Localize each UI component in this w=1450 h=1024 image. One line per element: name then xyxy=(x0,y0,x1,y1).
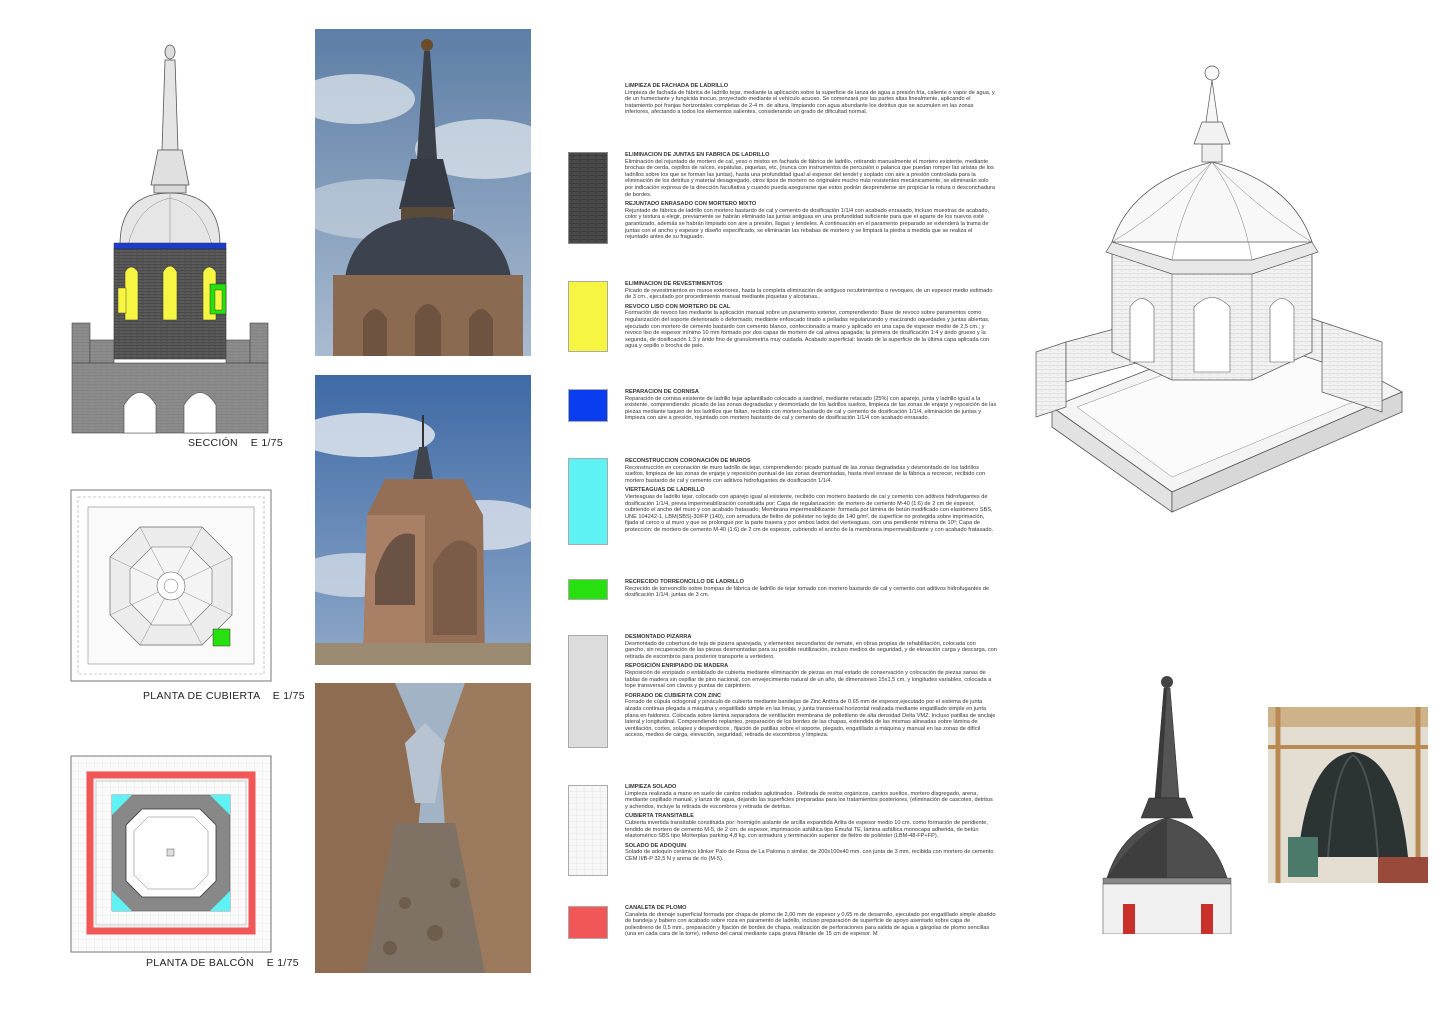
spec-group-canaleta: CANALETA DE PLOMO Canaleta de drenaje su… xyxy=(625,905,997,938)
spec-title: VIERTEAGUAS DE LADRILLO xyxy=(625,487,705,494)
swatch-cubierta xyxy=(568,635,608,748)
spec-title: CUBIERTA TRANSITABLE xyxy=(625,813,694,820)
swatch-revestimientos xyxy=(568,281,608,352)
spec-title: ELIMINACION DE JUNTAS EN FABRICA DE LADR… xyxy=(625,152,770,158)
spec-title: LIMPIEZA DE FACHADA DE LADRILLO xyxy=(625,83,729,89)
spec-title: DESMONTADO PIZARRA xyxy=(625,634,692,640)
balcony-plan-drawing xyxy=(70,755,272,953)
roof-plan-drawing xyxy=(70,489,272,682)
spec-text: Picado de revestimientos en muros exteri… xyxy=(625,287,993,301)
spec-text: Reposición de enripiado o entablado de c… xyxy=(625,669,992,690)
spec-group-revestimientos: ELIMINACION DE REVESTIMIENTOS Picado de … xyxy=(625,281,997,350)
spec-title: ELIMINACION DE REVESTIMIENTOS xyxy=(625,281,723,287)
spec-group-cornisa: REPARACION DE CORNISA Reparación de corn… xyxy=(625,389,997,422)
spec-title: RECONSTRUCCION CORONACIÓN DE MUROS xyxy=(625,458,751,464)
spec-text: Desmontado de cobertura de teja de pizar… xyxy=(625,640,997,660)
spec-text: Limpieza realizada a mano en suelo de ca… xyxy=(625,790,993,810)
swatch-coronacion xyxy=(568,458,608,545)
spec-title: SOLADO DE ADOQUIN xyxy=(625,842,687,849)
spec-text: Canaleta de drenaje superficial formada … xyxy=(625,911,996,938)
swatch-cornisa xyxy=(568,389,608,422)
swatch-solado xyxy=(568,785,608,876)
axonometric-drawing xyxy=(1035,65,1403,513)
spec-title: REJUNTADO ENRASADO CON MORTERO MIXTO xyxy=(625,201,757,208)
section-drawing xyxy=(71,44,269,434)
spec-title: REPOSICIÓN ENRIPIADO DE MADERA xyxy=(625,663,729,670)
spec-text: Formación de revoco liso mediante la apl… xyxy=(625,310,990,350)
spec-group-juntas: ELIMINACION DE JUNTAS EN FABRICA DE LADR… xyxy=(625,152,997,241)
spec-group-torreoncillo: RECRECIDO TORREONCILLO DE LADRILLO Recre… xyxy=(625,579,997,599)
photo-balcony-walkway xyxy=(315,683,531,973)
spec-text: Cubierta invertida transitable constitui… xyxy=(625,819,988,840)
spec-text: Vierteaguas de ladrillo tejar, colocado … xyxy=(625,493,994,533)
spec-text: Recrecido de torreoncillo sobre trompas … xyxy=(625,585,990,599)
spec-text: Eliminación del rejuntado de mortero de … xyxy=(625,158,996,198)
spec-group-coronacion: RECONSTRUCCION CORONACIÓN DE MUROS Recon… xyxy=(625,458,997,534)
spec-title: RECRECIDO TORREONCILLO DE LADRILLO xyxy=(625,579,744,585)
spec-title: REVOCO LISO CON MORTERO DE CAL xyxy=(625,303,731,310)
photo-dome-under-construction xyxy=(1268,707,1428,883)
swatch-canaleta xyxy=(568,906,608,939)
spec-group-ladrillo: LIMPIEZA DE FACHADA DE LADRILLO Limpieza… xyxy=(625,83,997,116)
balcony-plan-label: PLANTA DE BALCÓN E 1/75 xyxy=(146,957,299,969)
swatch-rejuntado xyxy=(568,152,608,244)
spec-group-solado: LIMPIEZA SOLADO Limpieza realizada a man… xyxy=(625,784,997,863)
spec-title: LIMPIEZA SOLADO xyxy=(625,784,677,790)
photo-tower-spire xyxy=(315,29,531,356)
spec-text: Forrado de cúpula octogonal y pináculo d… xyxy=(625,699,996,739)
roof-plan-label: PLANTA DE CUBIERTA E 1/75 xyxy=(143,690,305,702)
spec-group-cubierta: DESMONTADO PIZARRA Desmontado de cobertu… xyxy=(625,634,997,739)
spec-title: CANALETA DE PLOMO xyxy=(625,905,687,911)
zinc-spire-render xyxy=(1083,668,1253,934)
section-label: SECCIÓN E 1/75 xyxy=(188,437,283,449)
spec-text: Solado de adoquín cerámico klinker Palo … xyxy=(625,849,994,862)
spec-text: Rejuntado de fábrica de ladrillo con mor… xyxy=(625,207,990,241)
spec-title: REPARACION DE CORNISA xyxy=(625,389,699,395)
spec-text: Limpieza de fachada de fábrica de ladril… xyxy=(625,89,995,116)
photo-tower-ruin xyxy=(315,375,531,665)
spec-text: Reconstrucción en coronación de muro lad… xyxy=(625,464,986,484)
spec-text: Reparación de cornisa existente de ladri… xyxy=(625,395,997,422)
spec-title: FORRADO DE CUBIERTA CON ZINC xyxy=(625,692,722,699)
swatch-torreoncillo xyxy=(568,579,608,600)
